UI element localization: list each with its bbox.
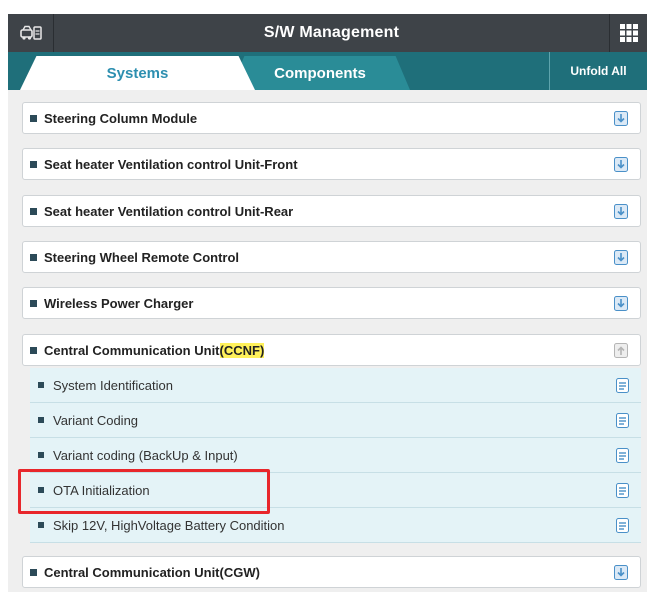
bullet-icon (38, 522, 44, 528)
bullet-icon (30, 253, 37, 261)
document-icon[interactable] (616, 413, 629, 428)
item-label: Variant Coding (53, 412, 139, 428)
title-bar: S/W Management (8, 14, 647, 52)
system-label: Steering Column Module (44, 110, 198, 126)
expand-download-icon[interactable] (614, 250, 628, 265)
list-item-system-identification[interactable]: System Identification (30, 368, 641, 403)
page-title: S/W Management (263, 24, 400, 41)
list-item-variant-coding[interactable]: Variant Coding (30, 403, 641, 438)
car-info-button[interactable] (8, 14, 54, 52)
bullet-icon (30, 207, 37, 215)
bullet-icon (30, 568, 37, 576)
system-row-wireless-power-charger[interactable]: Wireless Power Charger (22, 287, 641, 319)
item-label: System Identification (53, 377, 173, 393)
bullet-icon (38, 417, 44, 423)
bullet-icon (38, 382, 44, 388)
grid-menu-icon (619, 24, 638, 42)
expand-download-icon[interactable] (614, 111, 628, 126)
system-label: Central Communication Unit(CCNF) (44, 342, 265, 358)
system-row-seat-heater-front[interactable]: Seat heater Ventilation control Unit-Fro… (22, 148, 641, 180)
expand-download-icon[interactable] (614, 157, 628, 172)
car-info-icon (19, 25, 42, 40)
highlighted-label: (CCNF) (219, 342, 265, 358)
menu-button[interactable] (609, 14, 647, 52)
bullet-icon (30, 114, 37, 122)
system-row-steering-wheel-remote[interactable]: Steering Wheel Remote Control (22, 241, 641, 273)
system-row-steering-column-module[interactable]: Steering Column Module (22, 102, 641, 134)
system-label: Seat heater Ventilation control Unit-Fro… (44, 156, 298, 172)
tab-bar: Components Systems Unfold All (8, 52, 647, 90)
system-label: Steering Wheel Remote Control (44, 249, 240, 265)
expand-download-icon[interactable] (614, 565, 628, 580)
system-list: Steering Column Module Seat heater Venti… (8, 90, 647, 592)
system-label: Wireless Power Charger (44, 295, 194, 311)
annotation-highlight-box (18, 469, 270, 514)
system-label-prefix: Central Communication Unit (44, 342, 220, 358)
system-label: Central Communication Unit(CGW) (44, 564, 260, 580)
document-icon[interactable] (616, 483, 629, 498)
unfold-all-button[interactable]: Unfold All (549, 52, 647, 90)
list-item-variant-coding-backup[interactable]: Variant coding (BackUp & Input) (30, 438, 641, 473)
item-label: Skip 12V, HighVoltage Battery Condition (53, 517, 285, 533)
system-row-seat-heater-rear[interactable]: Seat heater Ventilation control Unit-Rea… (22, 195, 641, 227)
system-label: Seat heater Ventilation control Unit-Rea… (44, 203, 294, 219)
bullet-icon (30, 346, 37, 354)
tab-components[interactable]: Components (230, 56, 410, 90)
expand-download-icon[interactable] (614, 204, 628, 219)
bullet-icon (30, 299, 37, 307)
bullet-icon (38, 452, 44, 458)
document-icon[interactable] (616, 518, 629, 533)
expand-download-icon[interactable] (614, 296, 628, 311)
bullet-icon (30, 160, 37, 168)
system-row-cgw[interactable]: Central Communication Unit(CGW) (22, 556, 641, 588)
tab-systems[interactable]: Systems (20, 56, 255, 90)
document-icon[interactable] (616, 448, 629, 463)
item-label: Variant coding (BackUp & Input) (53, 447, 238, 463)
system-row-ccnf[interactable]: Central Communication Unit(CCNF) (22, 334, 641, 366)
collapse-upload-icon[interactable] (614, 343, 628, 358)
document-icon[interactable] (616, 378, 629, 393)
